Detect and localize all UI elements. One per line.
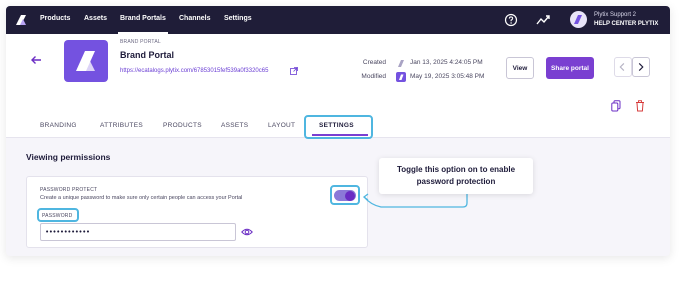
tab-assets[interactable]: ASSETS (221, 122, 248, 129)
tab-attributes[interactable]: ATTRIBUTES (100, 122, 143, 129)
nav-item-settings[interactable]: Settings (224, 15, 252, 22)
plytix-logo-icon (76, 51, 95, 71)
toggle-knob[interactable] (345, 190, 355, 201)
chevron-left-icon (619, 63, 625, 71)
created-value: Jan 13, 2025 4:24:05 PM (410, 59, 483, 66)
password-protect-description: Create a unique password to make sure on… (40, 195, 243, 201)
created-label: Created (362, 59, 386, 66)
nav-item-assets[interactable]: Assets (84, 15, 107, 22)
plytix-logo-icon[interactable] (14, 13, 28, 27)
back-arrow-icon[interactable] (30, 54, 42, 66)
settings-tab-highlight (304, 115, 373, 139)
tab-branding[interactable]: BRANDING (40, 122, 77, 129)
activity-icon[interactable] (536, 13, 550, 27)
next-button[interactable] (632, 57, 650, 77)
nav-item-channels[interactable]: Channels (179, 15, 211, 22)
previous-button[interactable] (614, 57, 632, 77)
section-title: Viewing permissions (26, 152, 111, 162)
avatar-logo-icon (574, 15, 582, 24)
user-avatar-icon (398, 60, 404, 67)
password-protect-label: PASSWORD PROTECT (40, 187, 98, 193)
modified-label: Modified (361, 73, 386, 80)
eye-icon[interactable] (241, 227, 253, 237)
portal-url-link[interactable]: https://ecatalogs.plytix.com/67853015fef… (120, 68, 268, 74)
chevron-right-icon (638, 63, 644, 71)
user-avatar-icon (396, 72, 406, 82)
portal-title: Brand Portal (120, 50, 175, 60)
portal-logo (64, 40, 108, 82)
avatar[interactable] (570, 11, 587, 28)
user-name[interactable]: Plytix Support 2 (594, 12, 636, 18)
nav-item-brand-portals[interactable]: Brand Portals (120, 15, 166, 22)
tooltip: Toggle this option on to enable password… (379, 158, 533, 194)
share-portal-button[interactable]: Share portal (546, 57, 594, 79)
trash-icon[interactable] (635, 100, 645, 112)
nav-item-products[interactable]: Products (40, 15, 70, 22)
view-button[interactable]: View (506, 57, 534, 79)
portal-caption: BRAND PORTAL (120, 39, 161, 45)
modified-value: May 19, 2025 3:05:48 PM (410, 73, 485, 80)
tab-products[interactable]: PRODUCTS (163, 122, 202, 129)
callout-connector (362, 193, 468, 208)
password-input[interactable]: •••••••••••• (40, 223, 236, 241)
help-circle-icon[interactable] (504, 13, 518, 27)
top-navigation: Products Assets Brand Portals Channels S… (6, 6, 670, 34)
duplicate-icon[interactable] (611, 100, 621, 112)
tab-layout[interactable]: LAYOUT (268, 122, 295, 129)
app-window: Products Assets Brand Portals Channels S… (6, 6, 670, 256)
external-link-icon[interactable] (290, 67, 298, 75)
user-org[interactable]: HELP CENTER PLYTIX (594, 21, 658, 27)
password-label: PASSWORD (42, 213, 73, 219)
